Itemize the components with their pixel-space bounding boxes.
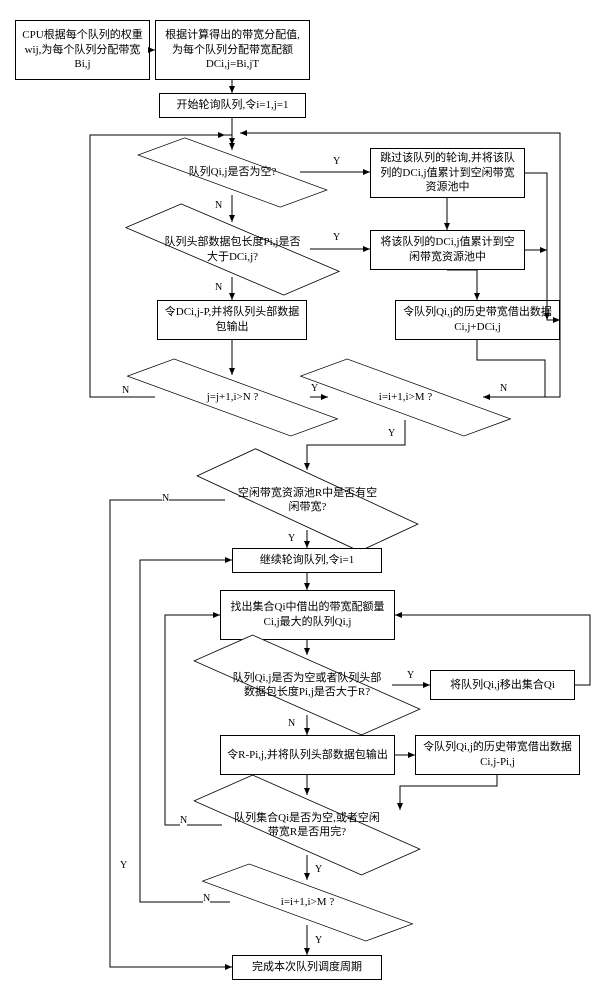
d5: 空闲带宽资源池R中是否有空闲带宽?	[225, 470, 390, 530]
label-y: Y	[388, 428, 395, 439]
text: j=j+1,i>N ?	[199, 390, 267, 404]
text: 令队列Qi,j的历史带宽借出数据Ci,j+DCi,j	[402, 305, 553, 335]
text: 队列集合Qi是否为空,或者空闲带宽R是否用完?	[222, 811, 392, 840]
box-b8: 继续轮询队列,令i=1	[232, 548, 382, 573]
text: 开始轮询队列,令i=1,j=1	[176, 98, 288, 113]
text: 空闲带宽资源池R中是否有空闲带宽?	[225, 486, 390, 515]
box-b6: 令DCi,j-P,并将队列头部数据包输出	[157, 300, 307, 340]
text: 找出集合Qi中借出的带宽配额量Ci,j最大的队列Qi,j	[227, 600, 388, 630]
box-b10: 将队列Qi,j移出集合Qi	[430, 670, 575, 700]
text: 跳过该队列的轮询,并将该队列的DCi,j值累计到空闲带宽资源池中	[377, 151, 518, 196]
box-end: 完成本次队列调度周期	[232, 955, 382, 980]
label-y: Y	[288, 533, 295, 544]
box-b5: 将该队列的DCi,j值累计到空闲带宽资源池中	[370, 230, 525, 270]
label-n: N	[500, 383, 507, 394]
label-y: Y	[315, 935, 322, 946]
box-b12: 令队列Qi,j的历史带宽借出数据Ci,j-Pi,j	[415, 735, 580, 775]
text: 令R-Pi,j,并将队列头部数据包输出	[227, 748, 388, 763]
label-y: Y	[311, 383, 318, 394]
text: 令队列Qi,j的历史带宽借出数据Ci,j-Pi,j	[422, 740, 573, 770]
box-b7: 令队列Qi,j的历史带宽借出数据Ci,j+DCi,j	[395, 300, 560, 340]
text: 队列Qi,j是否为空?	[181, 165, 285, 179]
text: CPU根据每个队列的权重wij,为每个队列分配带宽Bi,j	[22, 28, 143, 73]
d6: 队列Qi,j是否为空或者队列头部数据包长度Pi,j是否大于R?	[222, 655, 392, 715]
label-y: Y	[333, 156, 340, 167]
label-n: N	[215, 200, 222, 211]
label-n: N	[180, 815, 187, 826]
text: 队列Qi,j是否为空或者队列头部数据包长度Pi,j是否大于R?	[222, 671, 392, 700]
d1: 队列Qi,j是否为空?	[165, 150, 300, 195]
label-n: N	[162, 493, 169, 504]
label-y: Y	[407, 670, 414, 681]
d7: 队列集合Qi是否为空,或者空闲带宽R是否用完?	[222, 795, 392, 855]
box-b3: 开始轮询队列,令i=1,j=1	[159, 93, 306, 118]
d8: i=i+1,i>M ?	[230, 880, 385, 925]
d2: 队列头部数据包长度Pi,j是否大于DCi,j?	[155, 222, 310, 277]
text: 根据计算得出的带宽分配值,为每个队列分配带宽配额DCi,j=Bi,jT	[162, 28, 303, 73]
d3: j=j+1,i>N ?	[155, 375, 310, 420]
label-y: Y	[120, 860, 127, 871]
text: i=i+1,i>M ?	[371, 390, 440, 404]
box-b2: 根据计算得出的带宽分配值,为每个队列分配带宽配额DCi,j=Bi,jT	[155, 20, 310, 80]
box-start: CPU根据每个队列的权重wij,为每个队列分配带宽Bi,j	[15, 20, 150, 80]
box-b11: 令R-Pi,j,并将队列头部数据包输出	[220, 735, 395, 775]
text: 队列头部数据包长度Pi,j是否大于DCi,j?	[155, 235, 310, 264]
text: 令DCi,j-P,并将队列头部数据包输出	[164, 305, 300, 335]
box-b4: 跳过该队列的轮询,并将该队列的DCi,j值累计到空闲带宽资源池中	[370, 148, 525, 198]
text: i=i+1,i>M ?	[273, 895, 342, 909]
label-y: Y	[333, 232, 340, 243]
text: 将该队列的DCi,j值累计到空闲带宽资源池中	[377, 235, 518, 265]
text: 将队列Qi,j移出集合Qi	[450, 678, 555, 693]
text: 完成本次队列调度周期	[252, 960, 362, 975]
label-n: N	[215, 282, 222, 293]
label-n: N	[203, 893, 210, 904]
label-y: Y	[315, 864, 322, 875]
label-n: N	[122, 385, 129, 396]
label-n: N	[288, 718, 295, 729]
text: 继续轮询队列,令i=1	[260, 553, 355, 568]
box-b9: 找出集合Qi中借出的带宽配额量Ci,j最大的队列Qi,j	[220, 590, 395, 640]
d4: i=i+1,i>M ?	[328, 375, 483, 420]
